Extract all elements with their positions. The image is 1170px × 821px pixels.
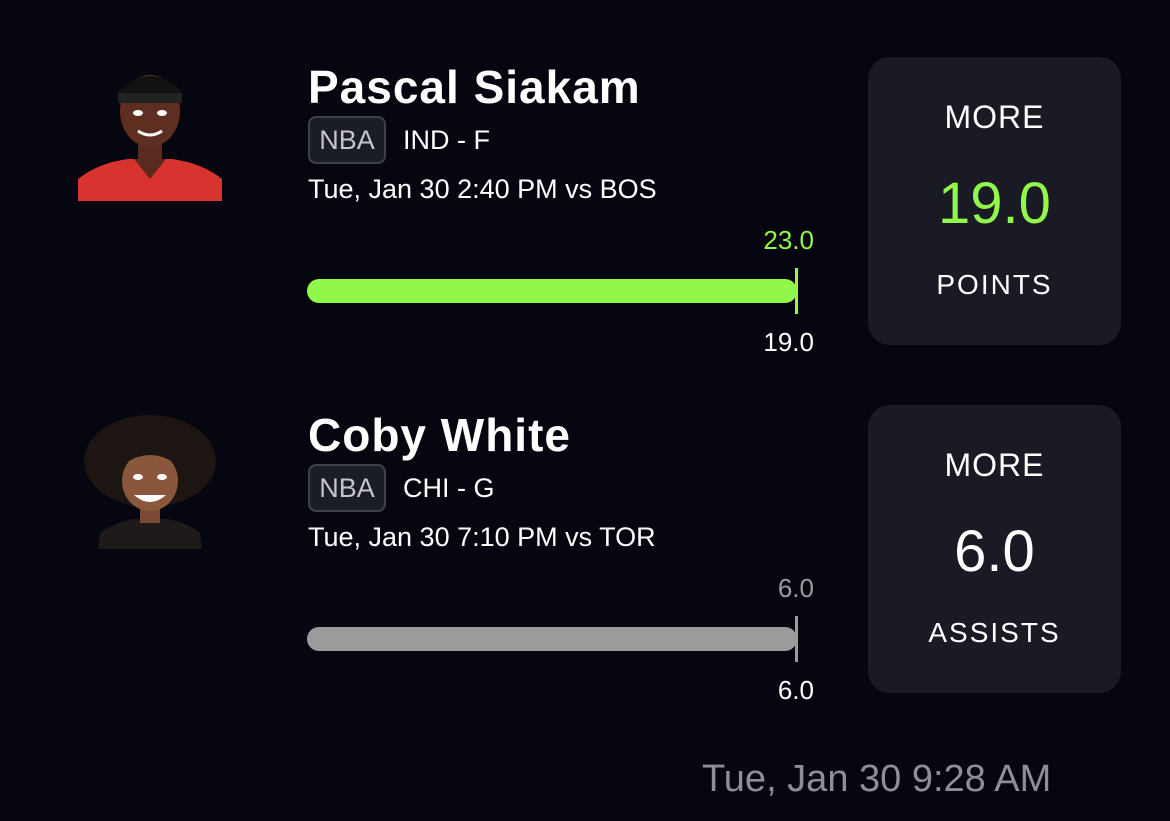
actual-stat-value: 23.0	[763, 225, 814, 255]
player-name: Coby White	[308, 409, 571, 461]
projection-card[interactable]: MORE 19.0 POINTS	[868, 57, 1121, 345]
player-avatar	[78, 67, 222, 201]
team-position: CHI - G	[403, 473, 495, 503]
progress-bar	[307, 627, 797, 651]
team-position: IND - F	[403, 125, 490, 155]
game-info: Tue, Jan 30 2:40 PM vs BOS	[308, 174, 657, 204]
stat-type: ASSISTS	[928, 617, 1061, 648]
projection-card[interactable]: MORE 6.0 ASSISTS	[868, 405, 1121, 693]
actual-stat-value: 6.0	[777, 573, 814, 603]
player-name: Pascal Siakam	[308, 61, 641, 113]
progress-fill	[307, 627, 797, 651]
line-marker	[795, 268, 798, 314]
progress-fill	[307, 279, 797, 303]
player-headshot-icon	[78, 415, 222, 549]
line-marker	[795, 616, 798, 662]
player-avatar	[78, 415, 222, 549]
player-headshot-icon	[78, 67, 222, 201]
pick-row[interactable]: Coby White NBA CHI - G Tue, Jan 30 7:10 …	[0, 348, 1170, 703]
projection-value: 6.0	[954, 519, 1035, 584]
pick-direction: MORE	[944, 447, 1045, 483]
projection-value: 19.0	[938, 171, 1051, 236]
pick-direction: MORE	[944, 99, 1045, 135]
stat-type: POINTS	[936, 269, 1053, 300]
game-info: Tue, Jan 30 7:10 PM vs TOR	[308, 522, 656, 552]
line-value: 6.0	[777, 675, 814, 705]
progress-bar	[307, 279, 797, 303]
pick-row[interactable]: Pascal Siakam NBA IND - F Tue, Jan 30 2:…	[0, 0, 1170, 355]
league-badge: NBA	[308, 464, 386, 512]
screenshot-timestamp: Tue, Jan 30 9:28 AM	[702, 758, 1052, 800]
league-badge: NBA	[308, 116, 386, 164]
